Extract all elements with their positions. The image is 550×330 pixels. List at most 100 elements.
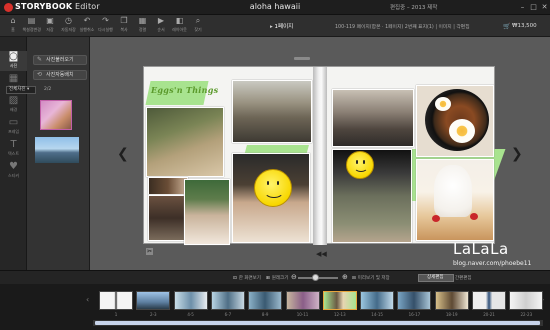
photo-frame[interactable]: [148, 177, 188, 195]
title-bar: STORYBOOK Editor aloha hawaii 편집중 – 2013…: [0, 0, 550, 15]
toolbar-home-button[interactable]: ⌂ 홈: [4, 17, 22, 33]
canvas-handle[interactable]: [294, 57, 310, 60]
maximize-icon[interactable]: □: [529, 3, 538, 12]
photo-count: 2/2: [44, 87, 52, 92]
prev-page-arrow-icon[interactable]: ❮: [117, 146, 129, 162]
toolbar-item-label: 레이아웃: [172, 27, 187, 32]
page-thumbnail-number: 16-17: [408, 312, 421, 317]
filmstrip-left-arrow-icon[interactable]: ‹: [86, 295, 89, 304]
photo-frame[interactable]: [232, 80, 312, 143]
page-thumbnail[interactable]: [136, 291, 171, 310]
toolbar-item-label: 순서: [157, 27, 165, 32]
tool-frame-tab[interactable]: ▭ 프레임: [0, 117, 27, 137]
photo-filter-select[interactable]: 전체사진 ▾: [6, 86, 36, 94]
fit-screen-button[interactable]: ⊡ 한 화면보기: [233, 275, 261, 281]
camera-icon: ◙: [8, 51, 19, 62]
preview-save-label: 미리보기 및 저장: [357, 276, 390, 281]
filmstrip-scroll-thumb[interactable]: [95, 321, 540, 325]
toolbar-item-label: 저장: [46, 27, 54, 32]
zoom-slider-knob[interactable]: [312, 274, 319, 281]
sticker-icon: ♥: [9, 161, 18, 172]
zoom-in-icon[interactable]: ⊕: [342, 273, 348, 281]
tool-sidebar: ◙사진▦레이아웃▨배경▭프레임T텍스트♥스티커: [0, 37, 27, 270]
zoom-out-icon[interactable]: ⊖: [291, 273, 297, 281]
page-thumbnail[interactable]: [173, 291, 208, 310]
page-thumbnail[interactable]: [248, 291, 283, 310]
page-thumbnail[interactable]: [472, 291, 506, 310]
tool-camera-tab[interactable]: ◙ 사진: [0, 51, 27, 71]
book-spine: [313, 67, 327, 245]
cut-badge[interactable]: ✂: [146, 248, 154, 255]
toolbar-book-button[interactable]: ▤ 책설정변경: [23, 17, 41, 33]
page-thumbnail[interactable]: [99, 291, 133, 310]
detail-edit-toggle[interactable]: 상세편집: [418, 274, 454, 282]
book-icon: ▤: [27, 16, 36, 25]
page-indicator[interactable]: ▸ 1페이지: [270, 22, 293, 30]
page-thumbnail[interactable]: [509, 291, 544, 310]
tool-tab-label: 배경: [9, 107, 18, 112]
toolbar-grid-button[interactable]: ▦ 정렬: [134, 17, 152, 33]
page-thumbnail-number: 12-13: [333, 312, 346, 317]
page-thumbnail-number: 4-5: [187, 312, 194, 317]
photo-frame[interactable]: [184, 179, 230, 245]
add-photo-label: 사진불러오기: [46, 57, 74, 63]
toolbar-copy-button[interactable]: ❐ 복사: [115, 17, 133, 33]
photo-thumbnail[interactable]: [40, 100, 72, 130]
smiley-sticker[interactable]: [346, 151, 374, 179]
page-thumbnail[interactable]: [434, 291, 469, 310]
document-title: aloha hawaii: [249, 2, 301, 11]
frame-icon: ▭: [8, 117, 19, 128]
fit-screen-label: 한 화면보기: [238, 276, 261, 281]
toolbar-undo-button[interactable]: ↶ 실행취소: [78, 17, 96, 33]
main-toolbar: ⌂ 홈 ▤ 책설정변경 ▣ 저장 ◷ 자동저장 ↶ 실행취소 ↷ 다시실행 ❐ 복사 ▦ 정렬 ▶ 순서 ◧ 레이아웃…: [0, 15, 550, 37]
cart-icon[interactable]: 🛒: [503, 23, 510, 30]
actual-size-button[interactable]: ⊞ 원래크기: [266, 275, 288, 281]
storybook-editor-window: STORYBOOK Editor aloha hawaii 편집중 – 2013…: [0, 0, 550, 330]
page-thumbnail-number: 2-3: [150, 312, 157, 317]
fit-icon: ⊡: [233, 276, 237, 281]
page-thumbnail[interactable]: [285, 291, 320, 310]
search-icon: ⌕: [195, 16, 201, 25]
copy-icon: ❐: [120, 16, 128, 25]
tool-background-tab[interactable]: ▨ 배경: [0, 95, 27, 115]
add-photo-button[interactable]: ✎ 사진불러오기: [33, 55, 87, 65]
page-thumbnail[interactable]: [397, 291, 432, 310]
egg-image: [435, 97, 451, 111]
photo-frame[interactable]: [332, 89, 414, 147]
photo-frame[interactable]: [148, 195, 188, 241]
close-icon[interactable]: ✕: [540, 3, 549, 12]
auto-icon: ⟲: [37, 71, 43, 78]
toolbar-layers-button[interactable]: ◧ 레이아웃: [171, 17, 189, 33]
title-info: 편집중 – 2013 제작: [390, 5, 438, 11]
toolbar-save-button[interactable]: ▣ 저장: [41, 17, 59, 33]
next-page-arrow-icon[interactable]: ❯: [511, 146, 523, 162]
toolbar-redo-button[interactable]: ↷ 다시실행: [97, 17, 115, 33]
toolbar-item-label: 다시실행: [98, 27, 113, 32]
toolbar-forward-button[interactable]: ▶ 순서: [152, 17, 170, 33]
tool-tab-label: 사진: [9, 63, 18, 68]
preview-save-button[interactable]: ⊟ 미리보기 및 저장: [352, 275, 390, 281]
page-thumbnail-number: 1: [114, 312, 118, 317]
toolbar-clock-button[interactable]: ◷ 자동저장: [60, 17, 78, 33]
tool-sticker-tab[interactable]: ♥ 스티커: [0, 161, 27, 181]
page-title-text[interactable]: Eggs'n Things: [151, 85, 218, 95]
redo-icon: ↷: [102, 16, 109, 25]
page-thumbnail[interactable]: [322, 291, 357, 310]
auto-place-label: 사진자동배치: [46, 72, 74, 78]
simple-edit-toggle[interactable]: 간편편집: [455, 275, 472, 281]
page-thumbnail[interactable]: [360, 291, 395, 310]
toolbar-search-button[interactable]: ⌕ 찾기: [189, 17, 207, 33]
tool-text-tab[interactable]: T 텍스트: [0, 139, 27, 159]
photo-thumbnail[interactable]: [35, 137, 79, 163]
watermark-logo: LaLaLa: [453, 240, 509, 258]
page-thumbnail[interactable]: [210, 291, 245, 310]
spine-marker[interactable]: ◀◀: [316, 250, 327, 258]
minimize-icon[interactable]: –: [518, 3, 527, 12]
auto-place-button[interactable]: ⟲ 사진자동배치: [33, 70, 87, 80]
undo-icon: ↶: [83, 16, 91, 25]
page-thumbnail-number: 8-9: [261, 312, 269, 317]
book-spread[interactable]: Eggs'n Things: [143, 66, 506, 245]
smiley-sticker[interactable]: [254, 169, 292, 207]
toolbar-item-label: 정렬: [138, 27, 147, 32]
photo-frame[interactable]: [146, 107, 224, 177]
